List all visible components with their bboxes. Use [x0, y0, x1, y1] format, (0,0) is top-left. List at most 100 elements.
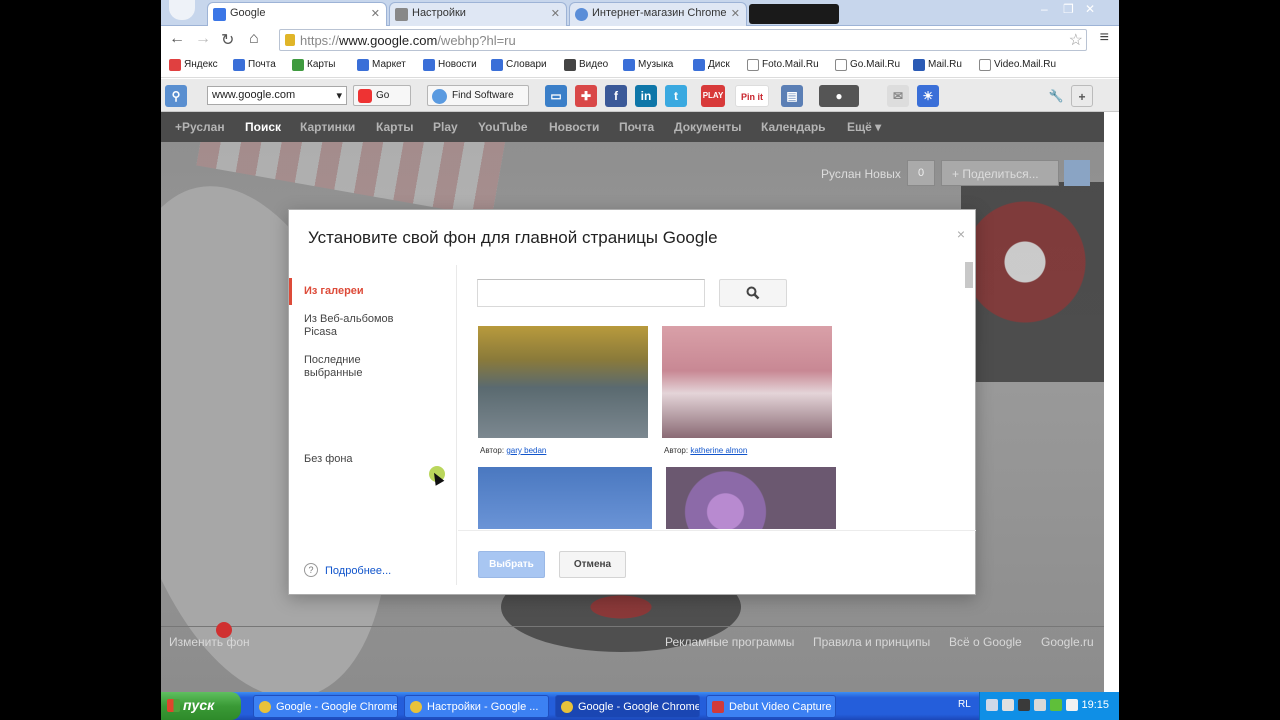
close-tab-icon[interactable]: ✕	[371, 7, 380, 20]
back-icon[interactable]: ←	[169, 30, 185, 48]
monitor-icon[interactable]: ▤	[781, 85, 803, 107]
search-icon[interactable]: ⚲	[165, 85, 187, 107]
scrollbar-thumb[interactable]	[965, 262, 973, 288]
pinit-icon[interactable]: Pin it	[735, 85, 769, 107]
bookmark-item[interactable]: Музыка	[623, 59, 673, 71]
gallery-photo[interactable]	[478, 326, 648, 439]
gbar-item-calendar[interactable]: Календарь	[761, 120, 826, 134]
tab-google[interactable]: Google ✕	[207, 2, 387, 26]
side-item-no-background[interactable]: Без фона	[304, 453, 353, 466]
taskbar-item[interactable]: Google - Google Chrome	[253, 695, 398, 718]
footer-link-about[interactable]: Всё о Google	[949, 635, 1022, 649]
footer-link-ads[interactable]: Рекламные программы	[665, 635, 794, 649]
app-tray-icon[interactable]	[1018, 699, 1030, 711]
avatar[interactable]	[1064, 160, 1090, 186]
new-tab-button[interactable]	[749, 4, 839, 24]
notifications-badge[interactable]: 0	[907, 160, 935, 186]
close-tab-icon[interactable]: ✕	[731, 7, 740, 20]
taskbar: пуск Google - Google Chrome Настройки - …	[161, 692, 1119, 720]
chrome-menu-icon[interactable]: ≡	[1100, 29, 1109, 47]
user-name[interactable]: Руслан Новых	[821, 167, 901, 181]
bookmark-item[interactable]: Яндекс	[169, 59, 218, 71]
bookmark-item[interactable]: Словари	[491, 59, 547, 71]
bookmark-item[interactable]: Foto.Mail.Ru	[747, 59, 819, 71]
side-item-picasa[interactable]: Из Веб-альбомов Picasa	[304, 313, 414, 339]
facebook-icon[interactable]: f	[605, 85, 627, 107]
home-icon[interactable]: ⌂	[249, 30, 259, 48]
gbar-item-profile[interactable]: +Руслан	[175, 120, 225, 134]
gbar-item-news[interactable]: Новости	[549, 120, 599, 134]
gallery-photo[interactable]	[662, 326, 832, 439]
image-search-input[interactable]	[477, 279, 705, 307]
share-button[interactable]: + Поделиться...	[941, 160, 1059, 186]
gallery-photo[interactable]	[666, 467, 836, 529]
bookmark-item[interactable]: Почта	[233, 59, 276, 71]
close-window-icon[interactable]: ✕	[1085, 2, 1095, 16]
gbar-item-play[interactable]: Play	[433, 120, 458, 134]
start-button[interactable]: пуск	[161, 692, 241, 720]
clock[interactable]: 19:15	[1081, 699, 1109, 711]
side-item-gallery[interactable]: Из галереи	[304, 285, 364, 298]
bookmark-item[interactable]: Видео	[564, 59, 608, 71]
forward-icon[interactable]: →	[195, 30, 211, 48]
page-icon	[747, 59, 759, 71]
site-select[interactable]: www.google.com ▾	[207, 86, 347, 105]
camera-icon[interactable]: ●	[819, 85, 859, 107]
network-icon[interactable]	[1002, 699, 1014, 711]
gbar-item-search[interactable]: Поиск	[245, 120, 281, 134]
twitter-icon[interactable]: t	[665, 85, 687, 107]
gbar-item-mail[interactable]: Почта	[619, 120, 654, 134]
add-icon[interactable]: +	[1071, 85, 1093, 107]
message-icon[interactable]: ✉	[887, 85, 909, 107]
play-icon[interactable]: PLAY	[701, 85, 725, 107]
tray-icon[interactable]	[1066, 699, 1078, 711]
minimize-icon[interactable]: –	[1041, 2, 1048, 16]
bookmark-star-icon[interactable]: ☆	[1069, 30, 1083, 50]
linkedin-icon[interactable]: in	[635, 85, 657, 107]
gbar-item-youtube[interactable]: YouTube	[478, 120, 528, 134]
wrench-icon[interactable]: 🔧	[1045, 85, 1067, 107]
go-button[interactable]: Go	[353, 85, 411, 106]
bookmark-item[interactable]: Новости	[423, 59, 477, 71]
image-search-button[interactable]	[719, 279, 787, 307]
taskbar-item[interactable]: Настройки - Google ...	[404, 695, 549, 718]
gbar-item-maps[interactable]: Карты	[376, 120, 413, 134]
tab-chrome-store[interactable]: Интернет-магазин Chrome ✕	[569, 2, 747, 26]
url-input[interactable]: https://www.google.com/webhp?hl=ru	[279, 29, 1087, 51]
gbar-item-docs[interactable]: Документы	[674, 120, 741, 134]
bookmark-item[interactable]: Go.Mail.Ru	[835, 59, 900, 71]
volume-icon[interactable]	[986, 699, 998, 711]
find-software-button[interactable]: Find Software	[427, 85, 529, 106]
close-icon[interactable]: ×	[957, 226, 965, 242]
tv-icon[interactable]: ▭	[545, 85, 567, 107]
help-icon[interactable]: ?	[304, 563, 318, 577]
bookmark-item[interactable]: Mail.Ru	[913, 59, 962, 71]
gbar-item-images[interactable]: Картинки	[300, 120, 355, 134]
security-icon[interactable]	[1050, 699, 1062, 711]
gbar-item-more[interactable]: Ещё ▾	[847, 120, 881, 134]
gift-icon[interactable]: ✚	[575, 85, 597, 107]
printer-icon[interactable]	[1034, 699, 1046, 711]
footer-link-privacy[interactable]: Правила и принципы	[813, 635, 930, 649]
bookmark-item[interactable]: Карты	[292, 59, 336, 71]
change-background-link[interactable]: Изменить фон	[169, 635, 250, 649]
language-indicator[interactable]: RL	[958, 699, 971, 710]
taskbar-item[interactable]: Google - Google Chrome	[555, 695, 700, 718]
cancel-button[interactable]: Отмена	[559, 551, 626, 578]
reload-icon[interactable]: ↻	[221, 30, 234, 50]
close-tab-icon[interactable]: ✕	[551, 7, 560, 20]
side-item-recent[interactable]: Последние выбранные	[304, 354, 384, 380]
bookmark-item[interactable]: Маркет	[357, 59, 406, 71]
globe-icon	[432, 89, 447, 104]
scrollbar[interactable]	[965, 262, 975, 528]
tab-settings[interactable]: Настройки ✕	[389, 2, 567, 26]
restore-icon[interactable]: ❐	[1063, 2, 1074, 16]
bookmark-item[interactable]: Video.Mail.Ru	[979, 59, 1056, 71]
learn-more-link[interactable]: Подробнее...	[325, 565, 391, 577]
select-button[interactable]: Выбрать	[478, 551, 545, 578]
gallery-photo[interactable]	[478, 467, 652, 529]
bookmark-item[interactable]: Диск	[693, 59, 730, 71]
taskbar-item[interactable]: Debut Video Capture ...	[706, 695, 836, 718]
weather-icon[interactable]: ☀	[917, 85, 939, 107]
footer-link-googleru[interactable]: Google.ru	[1041, 635, 1094, 649]
